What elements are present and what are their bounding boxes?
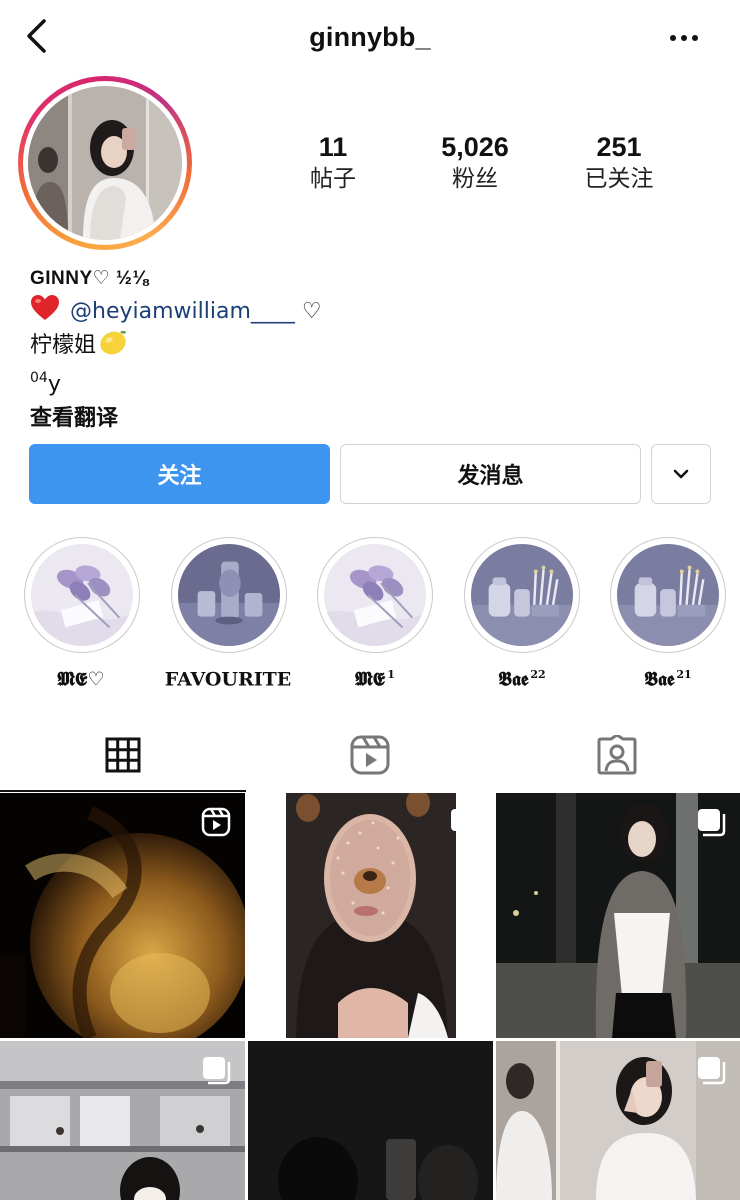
highlight-item[interactable]: 𝕭𝖆𝖊 21 [593, 537, 740, 692]
profile-tabs [0, 718, 740, 792]
following-label: 已关注 [584, 166, 654, 192]
message-button[interactable]: 发消息 [340, 444, 641, 504]
more-horizontal-icon [670, 35, 698, 41]
highlight-label: 𝕸𝕰 [355, 668, 386, 691]
post-thumbnail[interactable] [248, 1041, 493, 1200]
highlight-superscript: 22 [530, 668, 546, 681]
profile-bio: GINNY♡ ½⅛ @heyiamwilliam____ ♡ 柠檬姐 04y 查… [30, 264, 720, 437]
followers-count: 5,026 [441, 132, 509, 162]
highlight-item[interactable]: 𝕸𝕰♡ [7, 537, 157, 692]
posts-stat[interactable]: 11 帖子 [258, 130, 408, 194]
carousel-badge-icon [698, 809, 726, 837]
posts-label: 帖子 [310, 166, 356, 192]
carousel-badge-icon [451, 809, 479, 837]
carousel-badge-icon [698, 1057, 726, 1085]
lemon-icon [100, 330, 127, 355]
more-options-button[interactable] [664, 24, 704, 52]
highlight-cover [617, 544, 719, 646]
tab-tagged[interactable] [494, 718, 740, 792]
carousel-badge-icon [203, 1057, 231, 1085]
highlight-label: 𝕸𝕰♡ [57, 668, 105, 691]
top-bar: ginnybb_ [0, 0, 740, 76]
tab-reels[interactable] [247, 718, 493, 792]
posts-grid [0, 793, 740, 1200]
highlight-label: 𝕭𝖆𝖊 [498, 668, 529, 691]
highlight-cover [471, 544, 573, 646]
post-thumbnail[interactable] [248, 793, 493, 1038]
age-superscript: 04 [30, 370, 48, 386]
highlight-label: FAVOURITE [164, 668, 292, 691]
highlight-superscript: 21 [676, 668, 692, 681]
tab-posts[interactable] [0, 718, 246, 792]
see-translation-link[interactable]: 查看翻译 [30, 401, 720, 437]
follow-button[interactable]: 关注 [29, 444, 330, 504]
display-name: GINNY♡ ½⅛ [30, 268, 149, 289]
post-thumbnail[interactable] [496, 1041, 740, 1200]
followers-label: 粉丝 [452, 166, 498, 192]
profile-username: ginnybb_ [309, 22, 431, 52]
following-stat[interactable]: 251 已关注 [544, 130, 694, 194]
followers-stat[interactable]: 5,026 粉丝 [400, 130, 550, 194]
grid-icon [105, 737, 141, 773]
chevron-down-icon [673, 469, 689, 479]
post-thumbnail[interactable] [0, 793, 245, 1038]
red-heart-icon [31, 295, 59, 320]
mention-link[interactable]: @heyiamwilliam____ [70, 299, 295, 324]
highlight-cover [31, 544, 133, 646]
highlight-cover [324, 544, 426, 646]
reels-icon [350, 735, 390, 775]
age-text: y [47, 372, 61, 397]
tagged-person-icon [597, 735, 637, 775]
suggested-dropdown-button[interactable] [651, 444, 711, 504]
reels-badge-icon [201, 807, 231, 837]
story-highlights: 𝕸𝕰♡ FAVOURITE 𝕸𝕰 1 𝕭𝖆𝖊 22 𝕭𝖆𝖊 21 [0, 537, 740, 690]
highlight-label: 𝕭𝖆𝖊 [644, 668, 675, 691]
highlight-item[interactable]: 𝕭𝖆𝖊 22 [447, 537, 597, 692]
bio-nickname: 柠檬姐 [30, 333, 97, 358]
highlight-cover [178, 544, 280, 646]
highlight-superscript: 1 [387, 668, 395, 681]
post-thumbnail[interactable] [0, 1041, 245, 1200]
highlight-item[interactable]: FAVOURITE [154, 537, 304, 692]
bio-age-line: 04y [30, 362, 720, 401]
avatar [28, 86, 182, 240]
story-ring[interactable] [18, 76, 192, 250]
bio-nickname-line: 柠檬姐 [30, 328, 720, 362]
mention-suffix: ♡ [294, 299, 322, 324]
post-thumbnail[interactable] [496, 793, 740, 1038]
bio-mention-line: @heyiamwilliam____ ♡ [30, 294, 720, 328]
posts-count: 11 [318, 132, 348, 162]
following-count: 251 [596, 132, 642, 162]
highlight-item[interactable]: 𝕸𝕰 1 [300, 537, 450, 692]
